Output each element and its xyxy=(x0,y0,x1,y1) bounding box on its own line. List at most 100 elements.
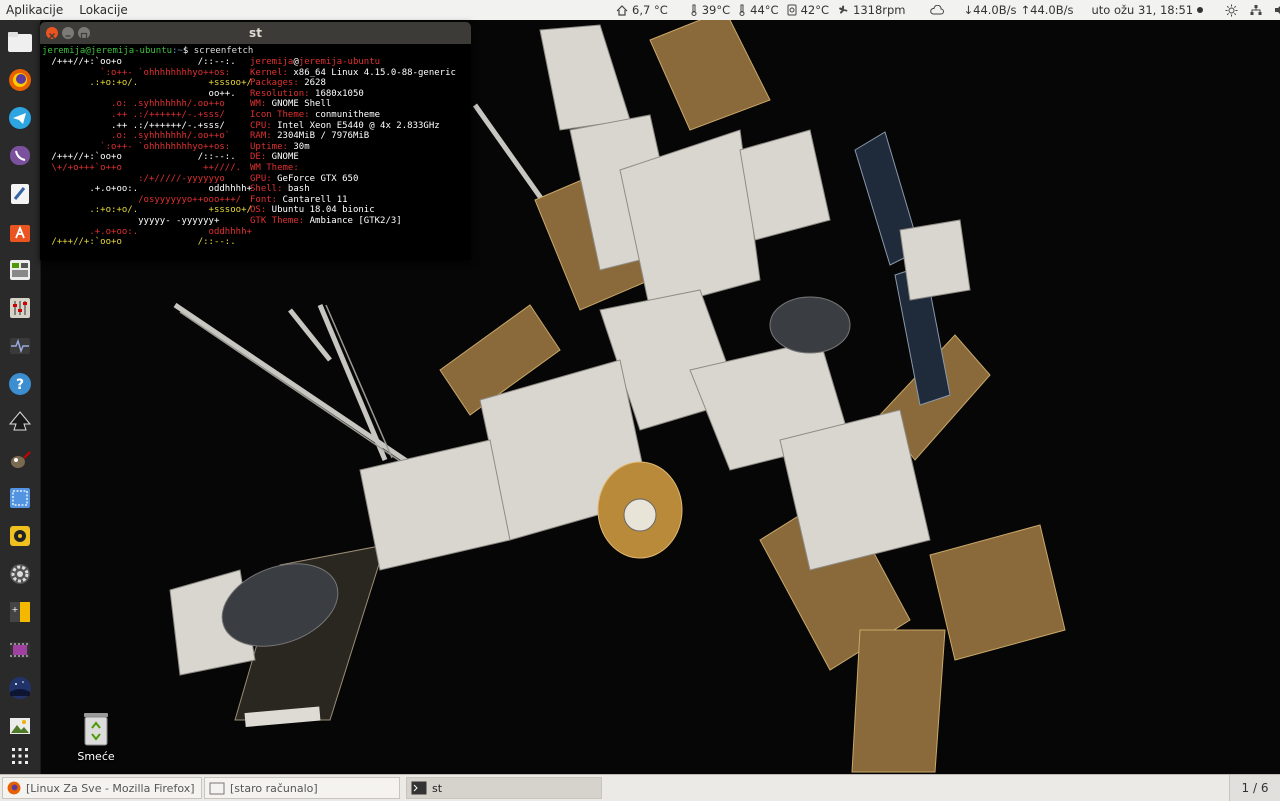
settings-tweaks-launcher[interactable] xyxy=(6,294,34,322)
window-title: st xyxy=(249,26,262,40)
system-monitor-app-launcher[interactable] xyxy=(6,256,34,284)
drive-icon xyxy=(787,4,797,16)
thermometer-icon xyxy=(691,4,697,16)
info-label: CPU: xyxy=(250,120,272,131)
maximize-button[interactable] xyxy=(78,27,90,40)
temp1-value: 39°C xyxy=(701,3,731,17)
system-monitor-launcher[interactable] xyxy=(6,332,34,360)
screenshot-launcher[interactable] xyxy=(6,484,34,512)
taskbar-item-terminal[interactable]: st xyxy=(406,777,602,799)
logo-line: \+/+o+++`o++o ++////. xyxy=(46,162,242,173)
image-viewer-launcher[interactable] xyxy=(6,712,34,740)
inkscape-icon xyxy=(8,411,32,431)
gimp-launcher[interactable] xyxy=(6,446,34,474)
clock[interactable]: uto ožu 31, 18:51 xyxy=(1092,3,1204,17)
video-editor-launcher[interactable] xyxy=(6,636,34,664)
info-value: Cantarell 11 xyxy=(277,194,348,205)
temp3-indicator[interactable]: 42°C xyxy=(787,3,829,17)
viber-launcher[interactable] xyxy=(6,142,34,170)
info-row: Packages: 2628 xyxy=(250,78,456,89)
help-launcher[interactable]: ? xyxy=(6,370,34,398)
info-value: conmunitheme xyxy=(309,109,381,120)
text-editor-launcher[interactable] xyxy=(6,180,34,208)
cpu-temp-indicator[interactable]: 39°C xyxy=(690,3,730,17)
dashboard-icon xyxy=(10,260,30,280)
taskbar-item-files[interactable]: [staro računalo] xyxy=(204,777,400,799)
info-row: Font: Cantarell 11 xyxy=(250,195,456,206)
terminal-icon xyxy=(411,781,427,795)
calculator-launcher[interactable]: + xyxy=(6,598,34,626)
terminal-output[interactable]: jeremija@jeremija-ubuntu:~$ screenfetch … xyxy=(42,44,469,258)
logo-line: .o: .syhhhhhhh/.oo++o` xyxy=(46,131,231,142)
info-label: Font: xyxy=(250,194,278,205)
logo-line: /osyyyyyyo++ooo+++/ xyxy=(46,194,242,205)
fan-indicator[interactable]: 1318rpm xyxy=(837,3,906,17)
info-row: DE: GNOME xyxy=(250,152,456,163)
info-value: 1680x1050 xyxy=(309,88,364,99)
landscape-icon xyxy=(10,718,30,734)
places-menu[interactable]: Lokacije xyxy=(71,0,136,20)
files-launcher[interactable] xyxy=(6,28,34,56)
workspace-indicator[interactable]: 1 / 6 xyxy=(1229,775,1280,801)
info-row: RAM: 2304MiB / 7976MiB xyxy=(250,131,456,142)
info-label: OS: xyxy=(250,205,267,216)
software-center-launcher[interactable] xyxy=(6,218,34,246)
info-label: Shell: xyxy=(250,184,283,195)
net-down: ↓44.0B/s xyxy=(963,3,1017,17)
rhythmbox-launcher[interactable] xyxy=(6,522,34,550)
info-row: Uptime: 30m xyxy=(250,142,456,153)
info-label: WM: xyxy=(250,99,267,110)
logo-line: yyyyy- -yyyyyy+ xyxy=(46,215,220,226)
logo-line: .o: .syhhhhhhh/.oo++o xyxy=(46,99,225,110)
minimize-button[interactable] xyxy=(62,27,74,39)
command-text: screenfetch xyxy=(188,46,254,56)
weather-icon xyxy=(616,5,628,16)
info-row: WM Theme: xyxy=(250,163,456,174)
calculator-icon: + xyxy=(10,602,30,622)
info-value: 2628 xyxy=(298,78,326,89)
info-value: bash xyxy=(282,184,310,195)
prompt-path: :~ xyxy=(172,46,183,56)
trash-desktop-icon[interactable]: Smeće xyxy=(72,712,120,763)
prompt-user: jeremija@jeremija-ubuntu xyxy=(42,46,173,56)
network-speed-indicator[interactable]: ↓44.0B/s ↑44.0B/s xyxy=(964,3,1074,17)
volume-indicator[interactable] xyxy=(1274,4,1280,16)
stellarium-launcher[interactable] xyxy=(6,674,34,702)
network-icon xyxy=(1250,5,1262,15)
inkscape-launcher[interactable] xyxy=(6,408,34,436)
temp2-indicator[interactable]: 44°C xyxy=(738,3,779,17)
svg-text:+: + xyxy=(12,605,19,614)
applications-menu[interactable]: Aplikacije xyxy=(0,0,71,20)
trash-icon xyxy=(84,713,108,746)
close-button[interactable] xyxy=(46,27,58,39)
film-icon xyxy=(10,642,30,658)
show-applications-button[interactable] xyxy=(6,742,34,770)
weather-temp: 6,7 °C xyxy=(632,3,668,17)
logo-line: /+++//+:`oo+o /::--:. xyxy=(46,57,236,67)
info-userhost: jeremija@jeremija-ubuntu xyxy=(250,57,456,68)
brightness-indicator[interactable] xyxy=(1225,4,1242,17)
taskbar-item-label: st xyxy=(432,781,443,795)
notification-dot-icon xyxy=(1197,7,1204,13)
text-editor-icon xyxy=(11,184,29,204)
firefox-launcher[interactable] xyxy=(6,66,34,94)
logo-line: /+++//+:`oo+o /::--:. xyxy=(46,152,236,163)
apps-grid-icon xyxy=(12,748,28,764)
volume-icon xyxy=(1275,6,1280,14)
terminal-titlebar[interactable]: st xyxy=(40,22,471,44)
info-host: jeremija-ubuntu xyxy=(298,57,381,67)
cloud-indicator[interactable] xyxy=(929,5,948,15)
taskbar-item-firefox[interactable]: [Linux Za Sve - Mozilla Firefox] xyxy=(2,777,202,799)
maximize-icon xyxy=(80,32,88,40)
viber-icon xyxy=(10,146,30,165)
info-value: GeForce GTX 650 xyxy=(271,173,359,184)
logo-line: .+.o+oo:. oddhhhh+ xyxy=(46,226,252,237)
logo-line: /+++//+:`oo+o /::--:. xyxy=(46,237,236,248)
weather-indicator[interactable]: 6,7 °C xyxy=(616,3,668,17)
network-indicator[interactable] xyxy=(1250,4,1266,16)
terminal-window[interactable]: st jeremija@jeremija-ubuntu:~$ screenfet… xyxy=(40,22,471,260)
logo-line: .++ .:/++++++/-.+sss/ xyxy=(46,120,225,131)
settings-launcher[interactable] xyxy=(6,560,34,588)
info-label: GTK Theme: xyxy=(250,215,305,226)
telegram-launcher[interactable] xyxy=(6,104,34,132)
